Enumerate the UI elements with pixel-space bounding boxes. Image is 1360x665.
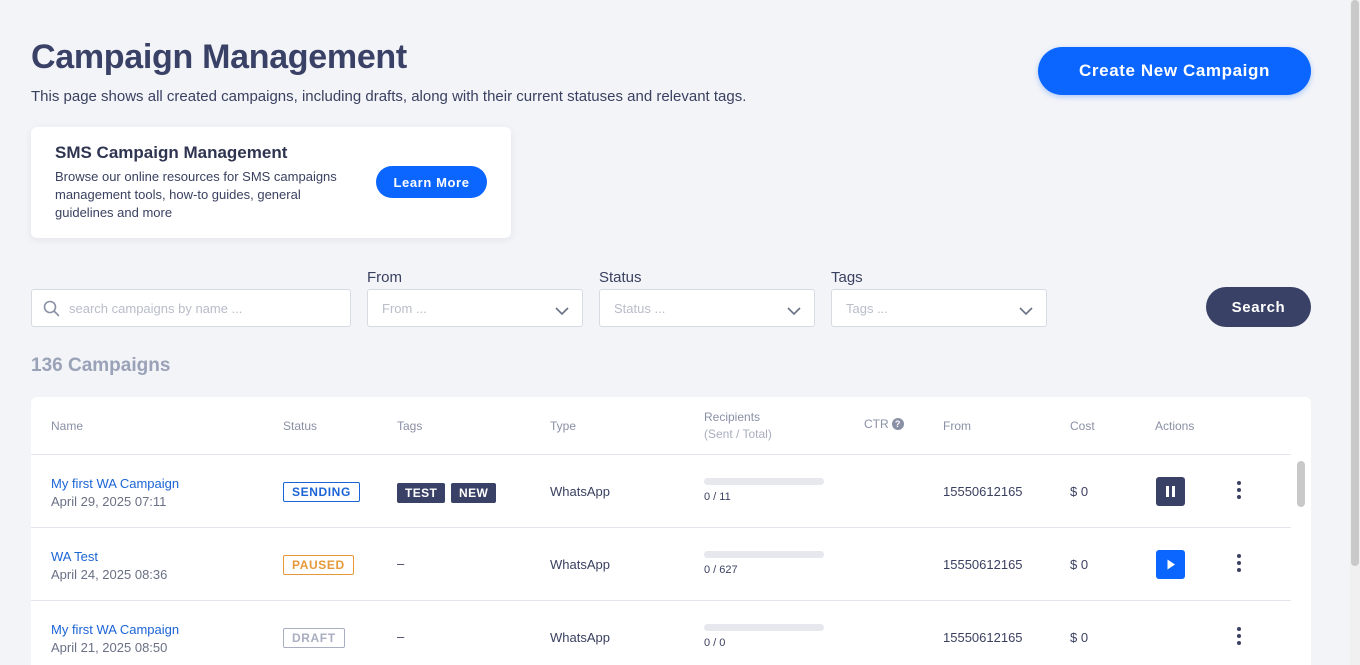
campaign-name-link[interactable]: My first WA Campaign [51,476,179,491]
page-subtitle: This page shows all created campaigns, i… [31,88,747,105]
table-row: My first WA Campaign April 21, 2025 08:5… [31,601,1291,665]
col-recipients-sub: (Sent / Total) [704,427,772,441]
campaign-type: WhatsApp [550,557,610,572]
pause-button[interactable] [1156,477,1185,506]
tag-badge: TEST [397,483,446,503]
col-from: From [943,419,971,433]
more-options-icon[interactable] [1235,625,1243,649]
play-icon [1167,559,1175,570]
campaign-cost: $ 0 [1070,630,1089,645]
play-button[interactable] [1156,550,1185,579]
chevron-down-icon [555,303,569,321]
campaign-type: WhatsApp [550,630,610,645]
page-scrollbar-thumb[interactable] [1351,0,1359,566]
col-ctr-label: CTR [864,417,889,431]
col-tags: Tags [397,419,423,433]
recipients-progress-bar [704,551,824,558]
more-options-icon[interactable] [1235,479,1243,503]
col-ctr: CTR? [864,417,904,431]
campaign-date: April 21, 2025 08:50 [51,640,168,655]
from-number: 15550612165 [943,630,1023,645]
col-cost: Cost [1070,419,1095,433]
campaign-count: 136 Campaigns [31,355,171,376]
page-title: Campaign Management [31,38,407,76]
status-select[interactable]: Status ... [599,289,815,327]
from-number: 15550612165 [943,557,1023,572]
help-icon[interactable]: ? [891,418,904,430]
create-campaign-button[interactable]: Create New Campaign [1038,47,1311,95]
col-type: Type [550,419,577,433]
promo-card: SMS Campaign Management Browse our onlin… [31,127,511,238]
col-status: Status [283,419,318,433]
chevron-down-icon [787,303,801,321]
learn-more-button[interactable]: Learn More [376,166,487,198]
status-label: Status [599,269,642,286]
search-button[interactable]: Search [1206,287,1311,327]
page-scrollbar[interactable] [1350,0,1360,665]
status-badge: SENDING [283,482,360,502]
from-select[interactable]: From ... [367,289,583,327]
tag-badge: NEW [451,483,497,503]
promo-text: Browse our online resources for SMS camp… [55,169,337,220]
tags-empty: – [397,629,405,644]
recipients-progress-bar [704,478,824,485]
campaign-cost: $ 0 [1070,484,1089,499]
tags-empty: – [397,556,405,571]
campaign-type: WhatsApp [550,484,610,499]
recipients-count: 0 / 11 [704,491,731,503]
tags-select[interactable]: Tags ... [831,289,1047,327]
pause-icon [1166,486,1175,497]
status-badge: DRAFT [283,628,345,648]
status-placeholder: Status ... [614,301,666,316]
from-label: From [367,269,402,286]
search-input[interactable] [69,290,339,326]
col-recipients: Recipients (Sent / Total) [704,410,772,441]
search-field[interactable] [31,289,351,327]
campaign-cost: $ 0 [1070,557,1089,572]
campaign-name-link[interactable]: WA Test [51,549,98,564]
recipients-count: 0 / 0 [704,637,726,649]
recipients-count: 0 / 627 [704,564,738,576]
campaigns-table: Name Status Tags Type Recipients (Sent /… [31,397,1311,665]
campaign-date: April 29, 2025 07:11 [51,494,167,509]
table-row: My first WA Campaign April 29, 2025 07:1… [31,455,1291,528]
tags-label: Tags [831,269,863,286]
table-row: WA Test April 24, 2025 08:36 PAUSED – Wh… [31,528,1291,601]
search-icon [43,300,60,322]
from-number: 15550612165 [943,484,1023,499]
status-badge: PAUSED [283,555,354,575]
more-options-icon[interactable] [1235,552,1243,576]
table-scrollbar[interactable] [1297,461,1305,507]
col-name: Name [51,419,84,433]
from-placeholder: From ... [382,301,427,316]
tags-placeholder: Tags ... [846,301,888,316]
campaign-date: April 24, 2025 08:36 [51,567,168,582]
campaign-page: Campaign Management This page shows all … [0,0,1350,665]
col-recipients-label: Recipients [704,410,761,424]
campaign-name-link[interactable]: My first WA Campaign [51,622,179,637]
col-actions: Actions [1155,419,1195,433]
chevron-down-icon [1019,303,1033,321]
promo-title: SMS Campaign Management [55,143,288,162]
recipients-progress-bar [704,624,824,631]
